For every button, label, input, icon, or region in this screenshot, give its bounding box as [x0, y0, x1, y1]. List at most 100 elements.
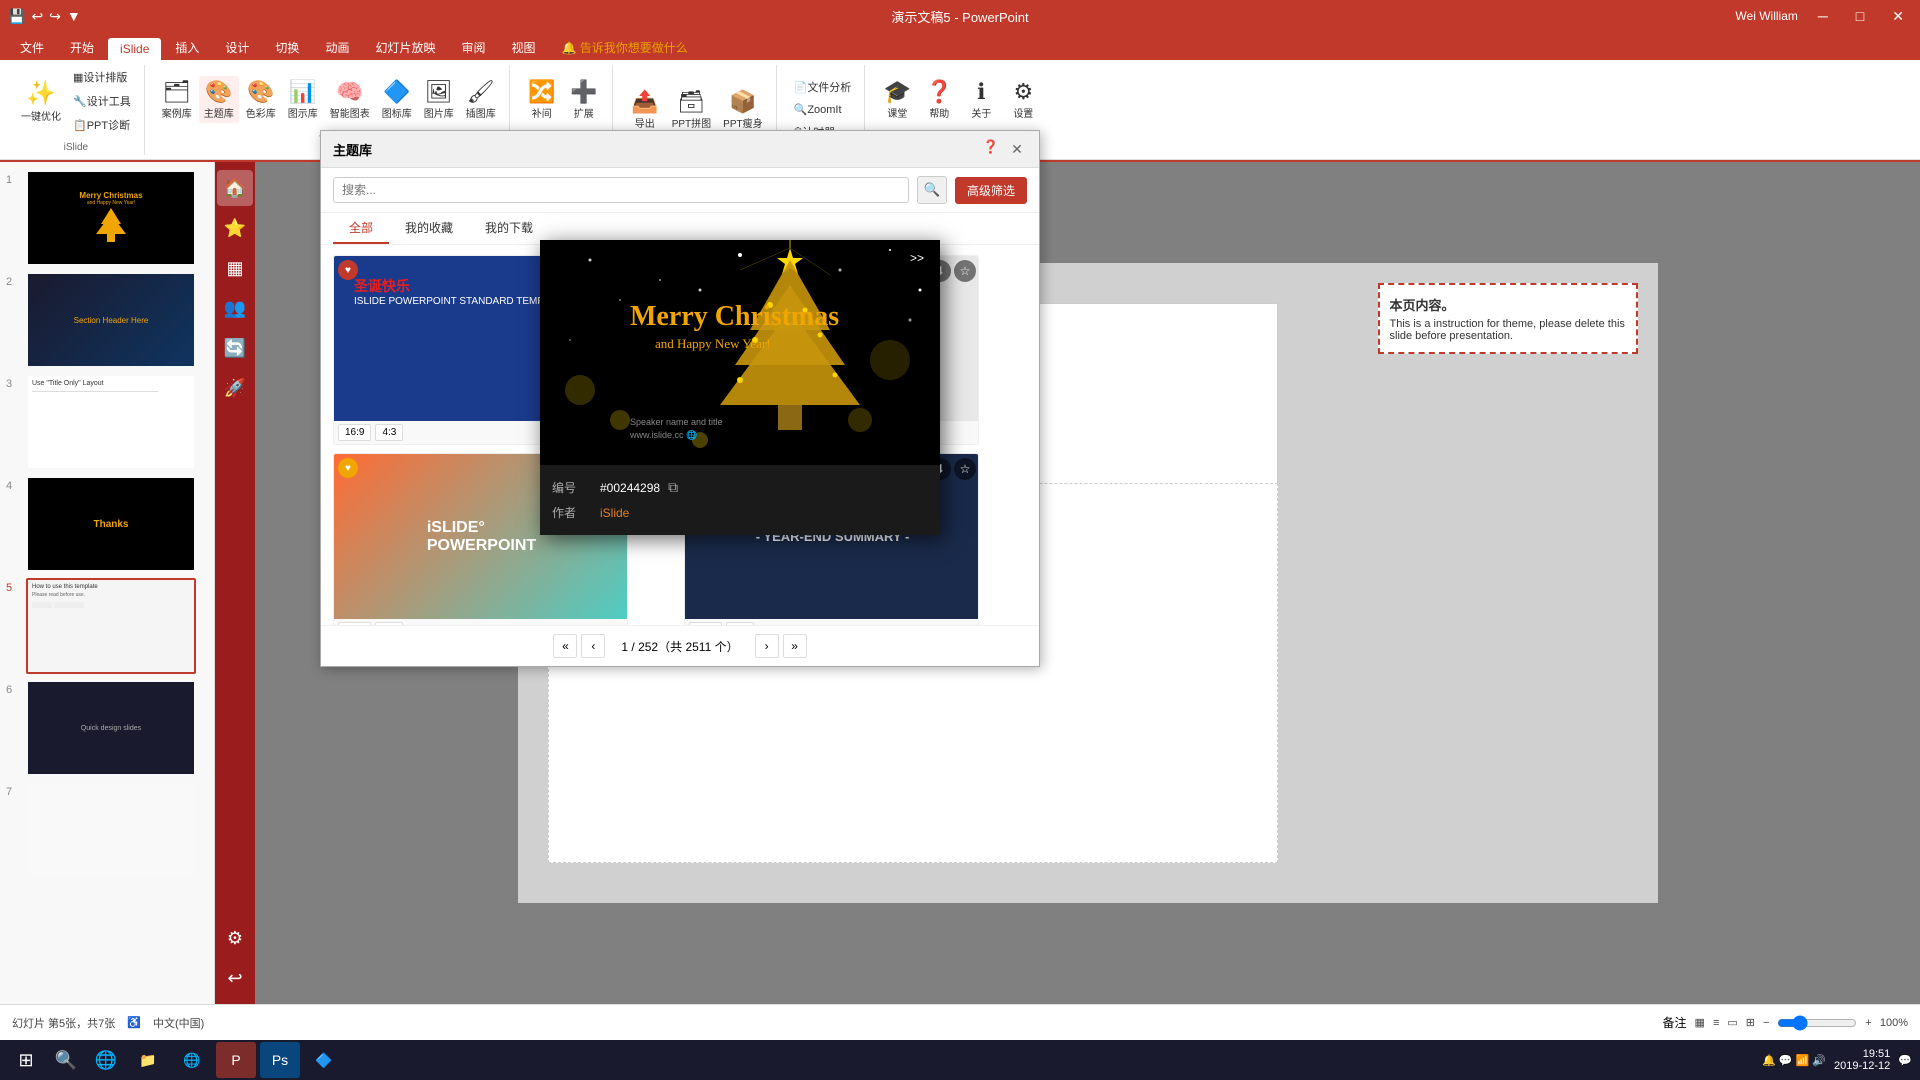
btn-image-library[interactable]: 🖼 图片库 [419, 76, 459, 123]
taskbar-photoshop[interactable]: Ps [260, 1042, 300, 1078]
close-btn[interactable]: ✕ [1884, 6, 1912, 27]
btn-design-tools[interactable]: 🔧设计工具 [68, 90, 136, 112]
star-btn-4[interactable]: ☆ [954, 458, 976, 480]
taskbar-explorer[interactable]: 📁 [128, 1042, 168, 1078]
redo-icon[interactable]: ↪ [49, 8, 61, 25]
tab-review[interactable]: 审阅 [449, 35, 497, 60]
restore-btn[interactable]: □ [1848, 6, 1872, 26]
sidebar-settings-icon[interactable]: ⚙ [217, 920, 253, 956]
btn-about[interactable]: ℹ 关于 [961, 76, 1001, 123]
btn-design-layout[interactable]: ▦设计排版 [68, 66, 136, 88]
notification-icon[interactable]: 💬 [1898, 1054, 1912, 1067]
tab-insert[interactable]: 插入 [163, 35, 211, 60]
btn-tween[interactable]: 🔀 补间 [522, 76, 562, 123]
sidebar-rocket-icon[interactable]: 🚀 [217, 370, 253, 406]
btn-smart-chart[interactable]: 🧠 智能图表 [325, 76, 375, 123]
save-icon[interactable]: 💾 [8, 8, 25, 25]
dialog-close-btn[interactable]: ✕ [1007, 139, 1027, 159]
slide-thumb-6[interactable]: 6 Quick design slides [6, 680, 208, 776]
preview-expand-btn[interactable]: >> [902, 248, 932, 268]
zoom-slider[interactable] [1777, 1015, 1857, 1031]
aspect-169-4[interactable]: 16:9 [689, 622, 722, 625]
slide-img-4[interactable]: Thanks [26, 476, 196, 572]
slide-thumb-4[interactable]: 4 Thanks [6, 476, 208, 572]
btn-zoomit[interactable]: 🔍ZoomIt [789, 100, 857, 119]
tab-file[interactable]: 文件 [8, 35, 56, 60]
btn-ppt-collage[interactable]: 🗃 PPT拼图 [667, 86, 716, 133]
page-first-btn[interactable]: « [553, 634, 577, 658]
sidebar-users-icon[interactable]: 👥 [217, 290, 253, 326]
slide-img-2[interactable]: Section Header Here [26, 272, 196, 368]
start-btn[interactable]: ⊞ [8, 1042, 44, 1078]
author-value[interactable]: iSlide [600, 506, 629, 520]
btn-diagram-library[interactable]: 📊 图示库 [283, 76, 323, 123]
slide-thumb-3[interactable]: 3 Use "Title Only" Layout [6, 374, 208, 470]
slide-img-3[interactable]: Use "Title Only" Layout [26, 374, 196, 470]
slide-img-1[interactable]: Merry Christmas and Happy New Year! [26, 170, 196, 266]
btn-classroom[interactable]: 🎓 课堂 [877, 76, 917, 123]
page-next-btn[interactable]: › [755, 634, 779, 658]
aspect-169-3[interactable]: 16:9 [338, 622, 371, 625]
slide-thumb-5[interactable]: 5 How to use this template Please read b… [6, 578, 208, 674]
zoom-out-btn[interactable]: − [1763, 1017, 1769, 1029]
zoom-in-btn[interactable]: + [1865, 1017, 1871, 1029]
dialog-help-btn[interactable]: ❓ [983, 139, 999, 159]
cortana-btn[interactable]: 🌐 [88, 1042, 124, 1078]
taskbar-other[interactable]: 🔷 [304, 1042, 344, 1078]
tab-transitions[interactable]: 切换 [263, 35, 311, 60]
btn-theme-library[interactable]: 🎨 主题库 [199, 76, 239, 123]
btn-onekey[interactable]: ✨ 一键优化 [16, 76, 66, 126]
btn-ppt-diagnose[interactable]: 📋PPT诊断 [68, 114, 136, 136]
view-normal-icon[interactable]: ▦ [1695, 1016, 1705, 1029]
sidebar-grid-icon[interactable]: ▦ [217, 250, 253, 286]
tab-design[interactable]: 设计 [213, 35, 261, 60]
sidebar-star-icon[interactable]: ⭐ [217, 210, 253, 246]
view-outline-icon[interactable]: ≡ [1713, 1017, 1719, 1029]
btn-export[interactable]: 📤 导出 [625, 86, 665, 133]
taskbar-powerpoint[interactable]: P [216, 1042, 256, 1078]
slide-thumb-7[interactable]: 7 [6, 782, 208, 878]
btn-illustration-library[interactable]: 🖌 插图库 [461, 76, 501, 123]
search-button[interactable]: 🔍 [917, 176, 947, 204]
slide-img-5[interactable]: How to use this template Please read bef… [26, 578, 196, 674]
aspect-43-4[interactable]: 4:3 [726, 622, 754, 625]
notes-btn[interactable]: 备注 [1663, 1014, 1687, 1031]
view-reading-icon[interactable]: ⊞ [1746, 1016, 1755, 1029]
tab-animations[interactable]: 动画 [313, 35, 361, 60]
minimize-btn[interactable]: ─ [1810, 6, 1836, 26]
tab-islide[interactable]: iSlide [108, 38, 161, 60]
tab-slideshow[interactable]: 幻灯片放映 [363, 35, 447, 60]
page-prev-btn[interactable]: ‹ [581, 634, 605, 658]
theme-tab-all[interactable]: 全部 [333, 213, 389, 244]
taskbar-edge[interactable]: 🌐 [172, 1042, 212, 1078]
theme-tab-favorites[interactable]: 我的收藏 [389, 213, 469, 244]
slide-thumb-2[interactable]: 2 Section Header Here [6, 272, 208, 368]
sidebar-back-icon[interactable]: ↩ [217, 960, 253, 996]
sidebar-home-icon[interactable]: 🏠 [217, 170, 253, 206]
aspect-169-1[interactable]: 16:9 [338, 424, 371, 441]
slide-thumb-1[interactable]: 1 Merry Christmas and Happy New Year! [6, 170, 208, 266]
tab-view[interactable]: 视图 [499, 35, 547, 60]
filter-button[interactable]: 高级筛选 [955, 177, 1027, 204]
aspect-43-3[interactable]: 4:3 [375, 622, 403, 625]
copy-code-btn[interactable]: ⧉ [668, 479, 678, 496]
btn-color-library[interactable]: 🎨 色彩库 [241, 76, 281, 123]
slide-img-6[interactable]: Quick design slides [26, 680, 196, 776]
btn-case-library[interactable]: 🗂 案例库 [157, 76, 197, 123]
tab-help[interactable]: 🔔 告诉我你想要做什么 [550, 35, 700, 60]
btn-ppt-slim[interactable]: 📦 PPT瘦身 [718, 86, 767, 133]
btn-expand[interactable]: ➕ 扩展 [564, 76, 604, 123]
undo-icon[interactable]: ↩ [31, 8, 43, 25]
btn-icon-library[interactable]: 🔷 图标库 [377, 76, 417, 123]
sidebar-refresh-icon[interactable]: 🔄 [217, 330, 253, 366]
btn-file-analysis[interactable]: 📄文件分析 [789, 76, 857, 98]
btn-settings[interactable]: ⚙ 设置 [1003, 76, 1043, 123]
page-last-btn[interactable]: » [783, 634, 807, 658]
search-btn[interactable]: 🔍 [48, 1042, 84, 1078]
quick-access-icon[interactable]: ▼ [67, 8, 81, 24]
aspect-43-1[interactable]: 4:3 [375, 424, 403, 441]
slide-img-7[interactable] [26, 782, 196, 878]
star-btn-2[interactable]: ☆ [954, 260, 976, 282]
btn-help[interactable]: ❓ 帮助 [919, 76, 959, 123]
search-input[interactable] [333, 177, 909, 203]
